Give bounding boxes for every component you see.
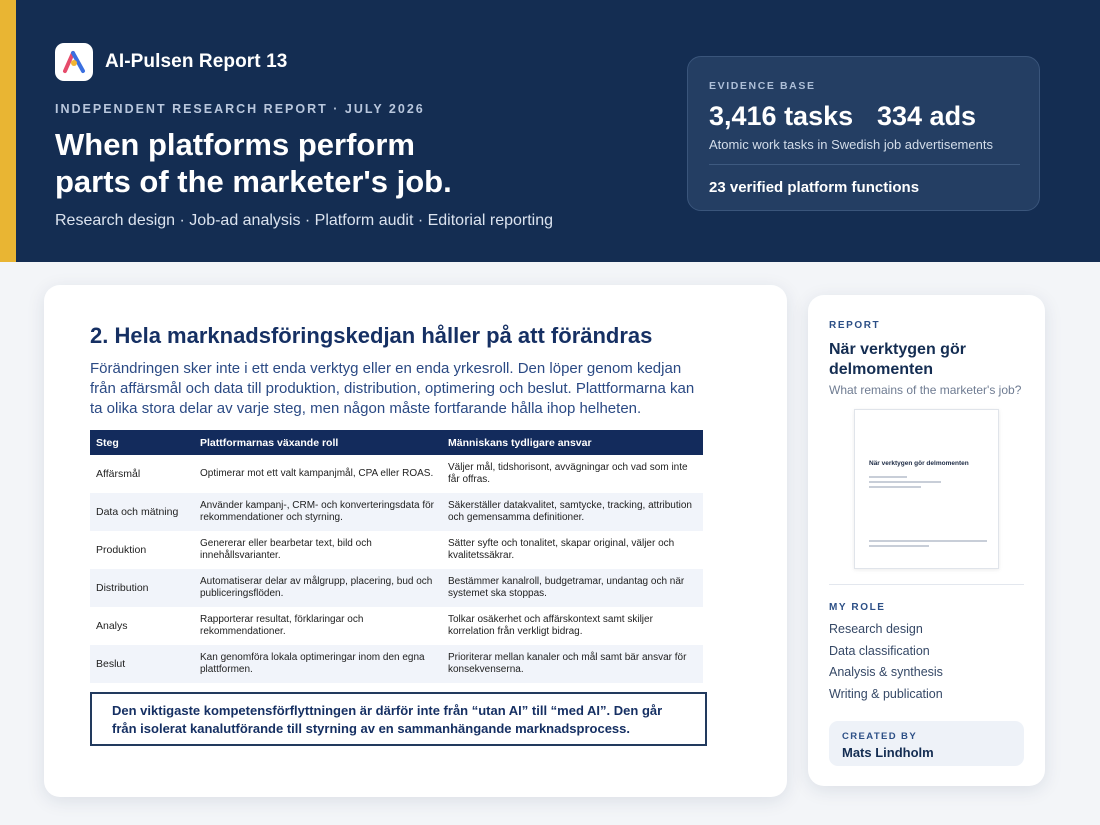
report-header: AI-Pulsen Report 13 INDEPENDENT RESEARCH… (0, 0, 1100, 262)
thumbnail-text-line (869, 481, 941, 483)
brand-name: AI-Pulsen Report 13 (105, 51, 288, 72)
table-header-row: Steg Plattformarnas växande roll Människ… (90, 430, 703, 455)
table-row: Data och mätning Använder kampanj-, CRM-… (90, 493, 703, 531)
table-cell: Prioriterar mellan kanaler och mål samt … (442, 645, 703, 683)
role-label: MY ROLE (829, 602, 886, 613)
report-subtitle: What remains of the marketer's job? (829, 383, 1022, 397)
table-cell: Genererar eller bearbetar text, bild och… (200, 538, 372, 561)
author-name: Mats Lindholm (842, 745, 934, 760)
table-cell: Sätter syfte och tonalitet, skapar origi… (448, 538, 675, 561)
thumbnail-text-line (869, 545, 929, 547)
table-cell: Säkerställer datakvalitet, samtycke, tra… (442, 493, 703, 531)
sidebar-divider (829, 584, 1024, 585)
table-row: Distribution Automatiserar delar av målg… (90, 569, 703, 607)
evidence-label: EVIDENCE BASE (709, 80, 816, 92)
evidence-box: EVIDENCE BASE 3,416 tasks 334 ads Atomic… (687, 56, 1040, 211)
table-cell: Produktion (96, 544, 147, 556)
table-row: Analys Rapporterar resultat, förklaringa… (90, 607, 703, 645)
table-header-cell: Plattformarnas växande roll (194, 430, 442, 455)
table-cell: Kan genomföra lokala optimeringar inom d… (194, 645, 442, 683)
created-label: CREATED BY (842, 731, 918, 742)
table-cell: Väljer mål, tidshorisont, avvägningar oc… (448, 462, 688, 485)
table-cell: Data och mätning (90, 493, 194, 531)
report-thumbnail[interactable]: När verktygen gör delmomenten (854, 409, 999, 569)
list-item: Analysis & synthesis (829, 665, 943, 679)
table-cell: Tolkar osäkerhet och affärskontext samt … (448, 614, 653, 637)
thumbnail-text-line (869, 486, 921, 488)
responsibility-table: Steg Plattformarnas växande roll Människ… (90, 430, 703, 683)
report-subline: Research design · Job-ad analysis · Plat… (55, 212, 554, 229)
table-cell: Rapporterar resultat, förklaringar och r… (200, 614, 364, 637)
table-cell: Automatiserar delar av målgrupp, placeri… (194, 569, 442, 607)
table-cell: Beslut (90, 645, 194, 683)
table-cell: Bestämmer kanalroll, budgetramar, undant… (442, 569, 703, 607)
table-header-cell: Människans tydligare ansvar (442, 430, 703, 455)
list-item: Writing & publication (829, 686, 943, 701)
brand-logo-icon (55, 43, 93, 81)
document-intro: Förändringen sker inte i ett enda verkty… (90, 360, 695, 417)
headline-line-1: When platforms perform (55, 127, 415, 162)
evidence-description: Atomic work tasks in Swedish job adverti… (709, 137, 993, 152)
table-row: Beslut Kan genomföra lokala optimeringar… (90, 645, 703, 683)
page-title: When platforms perform parts of the mark… (55, 126, 615, 200)
table-cell: Optimerar mot ett valt kampanjmål, CPA e… (200, 468, 434, 479)
table-header-cell: Steg (90, 430, 194, 455)
report-label: REPORT (829, 320, 881, 331)
brand: AI-Pulsen Report 13 (55, 43, 287, 81)
table-cell: Affärsmål (96, 468, 141, 480)
headline-line-2: parts of the marketer's job. (55, 164, 452, 199)
list-item: Research design (829, 622, 923, 636)
document-title: 2. Hela marknadsföringskedjan håller på … (90, 323, 653, 348)
accent-bar (0, 0, 16, 262)
table-cell: Analys (96, 620, 128, 632)
evidence-tasks: 3,416 tasks (709, 101, 854, 131)
report-sidebar: REPORT När verktygen gör delmomenten Wha… (808, 295, 1045, 786)
thumbnail-text-line (869, 540, 987, 542)
thumbnail-title: När verktygen gör delmomenten (869, 460, 969, 467)
key-insight-callout: Den viktigaste kompetensförflyttningen ä… (90, 692, 707, 746)
evidence-verified: 23 verified platform functions (709, 179, 920, 196)
evidence-divider (709, 164, 1020, 165)
document-card: 2. Hela marknadsföringskedjan håller på … (44, 285, 787, 797)
table-cell: Distribution (90, 569, 194, 607)
evidence-ads: 334 ads (877, 101, 977, 131)
thumbnail-text-line (869, 476, 907, 478)
table-cell: Använder kampanj-, CRM- och konvertering… (194, 493, 442, 531)
table-row: Affärsmål Optimerar mot ett valt kampanj… (90, 455, 703, 493)
role-list: Research design Data classification Anal… (829, 622, 943, 708)
report-title[interactable]: När verktygen gör delmomenten (829, 340, 1029, 380)
table-row: Produktion Genererar eller bearbetar tex… (90, 531, 703, 569)
list-item: Data classification (829, 643, 930, 658)
report-kicker: INDEPENDENT RESEARCH REPORT · JULY 2026 (55, 102, 425, 116)
created-by-box: CREATED BY Mats Lindholm (829, 721, 1024, 766)
